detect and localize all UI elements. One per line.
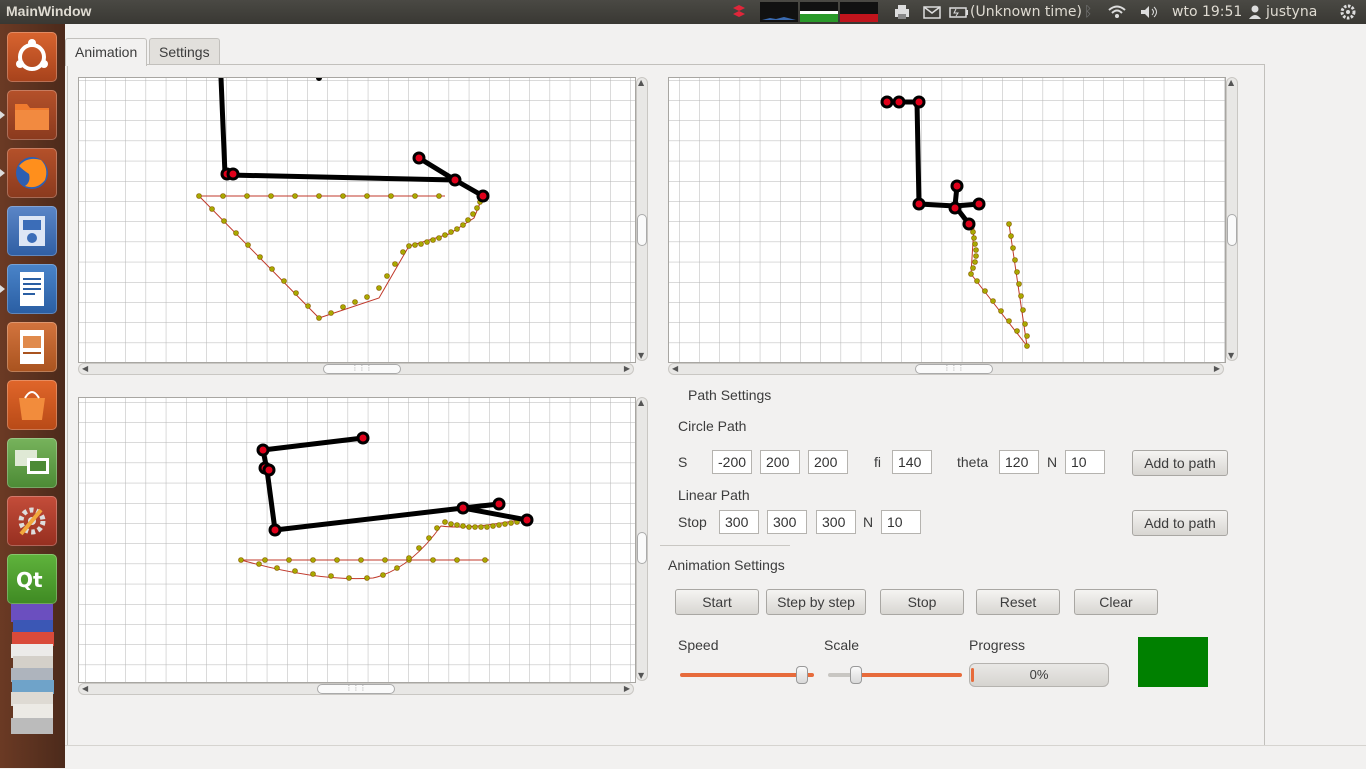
circle-n-label: N: [1047, 454, 1058, 470]
dropbox-icon[interactable]: [730, 0, 752, 24]
status-indicator: [1138, 637, 1208, 687]
running-indicator: [0, 169, 5, 177]
libreoffice-writer-icon[interactable]: [7, 264, 57, 314]
step-by-step-button[interactable]: Step by step: [766, 589, 866, 615]
circle-add-to-path-button[interactable]: Add to path: [1132, 450, 1228, 476]
window-title: MainWindow: [6, 3, 92, 19]
wifi-icon[interactable]: [1106, 0, 1128, 24]
scroll-thumb[interactable]: ⋮⋮⋮: [323, 364, 401, 374]
linear-stop-label: Stop: [678, 514, 707, 530]
system-backup-icon[interactable]: [7, 206, 57, 256]
linear-n-field[interactable]: 10: [881, 510, 921, 534]
remote-desktop-icon[interactable]: [7, 438, 57, 488]
battery-icon[interactable]: [948, 0, 972, 24]
reset-button[interactable]: Reset: [976, 589, 1060, 615]
progress-fill: [971, 668, 974, 682]
progress-text: 0%: [1029, 667, 1049, 682]
scale-slider-handle[interactable]: [849, 666, 862, 684]
graphics-view-top-left[interactable]: [78, 77, 636, 363]
circle-s-x-field[interactable]: -200: [712, 450, 752, 474]
bluetooth-icon[interactable]: ᛒ: [1084, 0, 1100, 24]
clock-text[interactable]: wto 19:51: [1172, 0, 1242, 24]
files-icon[interactable]: [7, 90, 57, 140]
clear-button[interactable]: Clear: [1074, 589, 1158, 615]
speed-slider-handle[interactable]: [795, 666, 808, 684]
scale-label: Scale: [824, 637, 860, 653]
circle-fi-label: fi: [874, 454, 881, 470]
software-center-icon[interactable]: [7, 380, 57, 430]
scale-slider[interactable]: [828, 666, 962, 684]
graphics-view-bottom-left[interactable]: [78, 397, 636, 683]
circle-theta-field[interactable]: 120: [999, 450, 1039, 474]
animation-panel: ▲ ▼ ◀ ⋮⋮⋮ ▶ ▲ ▼ ◀ ⋮⋮⋮ ▶ ▲ ▼ ◀ ⋮⋮⋮ ▶ Path…: [67, 64, 1265, 746]
svg-text:Qt: Qt: [16, 568, 43, 592]
libreoffice-impress-icon[interactable]: [7, 322, 57, 372]
vertical-scrollbar[interactable]: ▲ ▼: [1226, 77, 1238, 361]
tab-settings[interactable]: Settings: [149, 38, 220, 65]
mail-icon[interactable]: [922, 0, 944, 24]
graphics-view-top-right[interactable]: [668, 77, 1226, 363]
user-name[interactable]: justyna: [1266, 0, 1317, 24]
firefox-icon[interactable]: [7, 148, 57, 198]
progress-label: Progress: [969, 637, 1026, 653]
user-icon: [1248, 0, 1262, 24]
linear-n-label: N: [863, 514, 874, 530]
circle-s-z-field[interactable]: 200: [808, 450, 848, 474]
circle-path-title: Circle Path: [678, 418, 747, 434]
main-window: Animation Settings ▲ ▼ ◀ ⋮⋮⋮ ▶ ▲ ▼ ◀ ⋮⋮⋮…: [65, 24, 1366, 769]
linear-path-title: Linear Path: [678, 487, 750, 503]
horizontal-scrollbar[interactable]: ◀ ⋮⋮⋮ ▶: [78, 683, 634, 695]
speed-slider[interactable]: [680, 666, 814, 684]
speed-label: Speed: [678, 637, 719, 653]
start-button[interactable]: Start: [675, 589, 759, 615]
stacked-apps-icon[interactable]: [7, 602, 57, 762]
volume-icon[interactable]: [1138, 0, 1160, 24]
linear-stop-z-field[interactable]: 300: [816, 510, 856, 534]
launcher: Qt: [0, 24, 65, 768]
linear-stop-y-field[interactable]: 300: [767, 510, 807, 534]
animation-settings-title: Animation Settings: [668, 557, 785, 573]
vertical-scrollbar[interactable]: ▲ ▼: [636, 397, 648, 681]
linear-stop-x-field[interactable]: 300: [719, 510, 759, 534]
running-indicator: [0, 111, 5, 119]
circle-fi-field[interactable]: 140: [892, 450, 932, 474]
path-settings-title: Path Settings: [688, 387, 772, 403]
qt-creator-icon[interactable]: Qt: [7, 554, 57, 604]
circle-s-y-field[interactable]: 200: [760, 450, 800, 474]
ubuntu-dash-icon[interactable]: [7, 32, 57, 82]
vertical-scrollbar[interactable]: ▲ ▼: [636, 77, 648, 361]
scroll-thumb[interactable]: [637, 214, 647, 246]
section-divider: [660, 545, 790, 546]
system-monitor-indicator[interactable]: [760, 0, 880, 24]
top-panel: MainWindow (Unknown time) ᛒ wto 19:51 ju…: [0, 0, 1366, 24]
gear-icon[interactable]: [1338, 0, 1360, 24]
system-settings-icon[interactable]: [7, 496, 57, 546]
tab-animation[interactable]: Animation: [65, 38, 148, 66]
status-bar: [65, 745, 1366, 769]
scroll-thumb[interactable]: ⋮⋮⋮: [317, 684, 395, 694]
circle-s-label: S: [678, 454, 688, 470]
running-indicator: [0, 285, 5, 293]
speed-slider-track: [680, 673, 814, 677]
scroll-thumb[interactable]: ⋮⋮⋮: [915, 364, 993, 374]
system-tray: (Unknown time) ᛒ wto 19:51 justyna: [726, 0, 1366, 24]
horizontal-scrollbar[interactable]: ◀ ⋮⋮⋮ ▶: [78, 363, 634, 375]
battery-time-text: (Unknown time): [970, 4, 1082, 20]
progress-bar: 0%: [969, 663, 1109, 687]
scale-slider-track: [828, 673, 962, 677]
scroll-thumb[interactable]: [1227, 214, 1237, 246]
printer-icon[interactable]: [892, 0, 914, 24]
circle-n-field[interactable]: 10: [1065, 450, 1105, 474]
circle-theta-label: theta: [957, 454, 989, 470]
linear-add-to-path-button[interactable]: Add to path: [1132, 510, 1228, 536]
horizontal-scrollbar[interactable]: ◀ ⋮⋮⋮ ▶: [668, 363, 1224, 375]
stop-button[interactable]: Stop: [880, 589, 964, 615]
scroll-thumb[interactable]: [637, 532, 647, 564]
